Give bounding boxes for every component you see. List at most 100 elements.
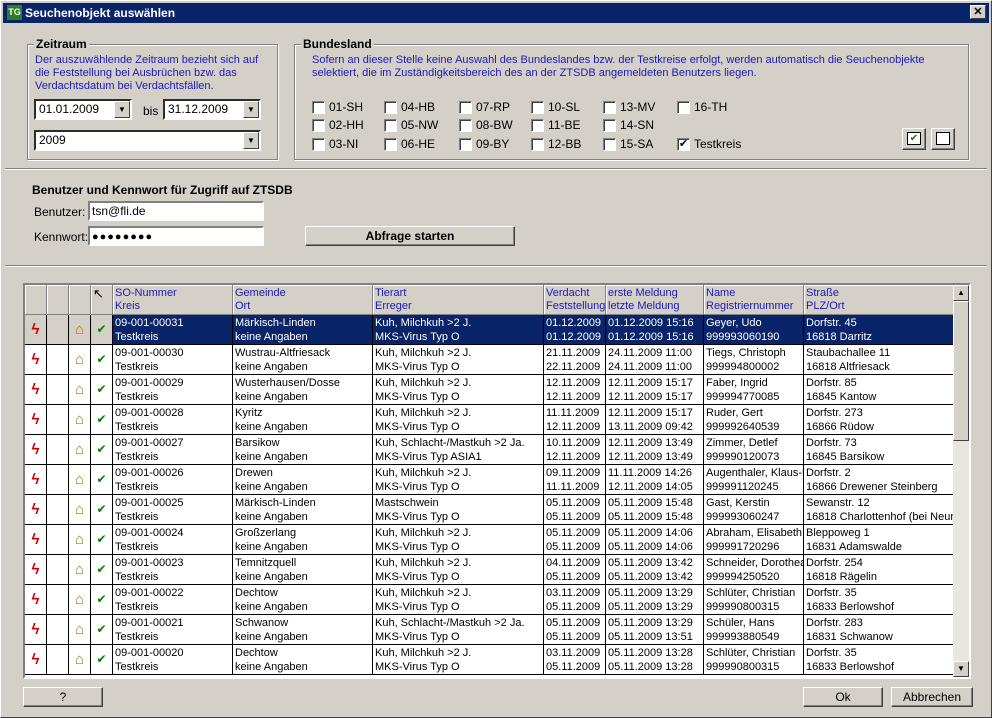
close-button[interactable]: ✕ <box>970 5 986 19</box>
scroll-down-icon[interactable]: ▼ <box>953 661 969 677</box>
checkbox-box[interactable] <box>603 101 616 114</box>
checkbox-05-nw[interactable]: 05-NW <box>384 119 438 132</box>
query-start-button[interactable]: Abfrage starten <box>305 226 515 246</box>
checkbox-04-hb[interactable]: 04-HB <box>384 101 435 114</box>
farm-house-icon: ⌂ <box>69 345 91 375</box>
table-row[interactable]: ϟ ⌂ ✔ 09-001-00031 Testkreis Märkisch-Linden k… <box>25 315 955 345</box>
table-cell: 01.12.2009 01.12.2009 <box>544 315 606 345</box>
checkbox-box[interactable] <box>603 119 616 132</box>
cell-kreis: Testkreis <box>115 331 159 343</box>
cell-name: Geyer, Udo <box>706 317 762 329</box>
checkbox-box[interactable] <box>459 119 472 132</box>
year-combo[interactable]: 2009 ▼ <box>34 130 261 151</box>
checkbox-10-sl[interactable]: 10-SL <box>531 101 580 114</box>
year-dropdown-icon[interactable]: ▼ <box>243 132 259 149</box>
header-column[interactable]: erste Meldung letzte Meldung <box>606 285 704 315</box>
help-button[interactable]: ? <box>23 687 103 707</box>
table-row[interactable]: ϟ ⌂ ✔ 09-001-00025 Testkreis Märkisch-Linden k… <box>25 495 955 525</box>
table-cell: 24.11.2009 11:00 24.11.2009 11:00 <box>606 345 704 375</box>
header-column[interactable]: Name Registriernummer <box>704 285 804 315</box>
checkbox-box[interactable] <box>384 119 397 132</box>
checkbox-box[interactable] <box>531 101 544 114</box>
checkbox-16-th[interactable]: 16-TH <box>677 101 727 114</box>
cell-so: 09-001-00031 <box>115 317 184 329</box>
scroll-up-icon[interactable]: ▲ <box>953 285 969 301</box>
checkbox-08-bw[interactable]: 08-BW <box>459 119 513 132</box>
table-row[interactable]: ϟ ⌂ ✔ 09-001-00030 Testkreis Wustrau-Altfries… <box>25 345 955 375</box>
table-row[interactable]: ϟ ⌂ ✔ 09-001-00027 Testkreis Barsikow keine An… <box>25 435 955 465</box>
cell-erste: 01.12.2009 15:16 <box>608 317 694 329</box>
user-input[interactable]: tsn@fli.de <box>88 201 264 221</box>
table-row[interactable]: ϟ ⌂ ✔ 09-001-00023 Testkreis Temnitzquell kein… <box>25 555 955 585</box>
checkbox-box[interactable] <box>459 138 472 151</box>
password-input[interactable]: ●●●●●●●● <box>88 226 264 246</box>
checkbox-13-mv[interactable]: 13-MV <box>603 101 655 114</box>
header-icon-column[interactable] <box>47 285 69 315</box>
checkbox-11-be[interactable]: 11-BE <box>531 119 580 132</box>
table-row[interactable]: ϟ ⌂ ✔ 09-001-00020 Testkreis Dechtow keine Ang… <box>25 645 955 675</box>
outbreak-flash-icon: ϟ <box>25 405 47 435</box>
table-cell: 12.11.2009 15:17 13.11.2009 09:42 <box>606 405 704 435</box>
table-row[interactable]: ϟ ⌂ ✔ 09-001-00024 Testkreis Großzerlang keine… <box>25 525 955 555</box>
cell-plzort: 16833 Berlowshof <box>806 601 895 613</box>
checkbox-box[interactable] <box>312 119 325 132</box>
checkbox-box[interactable] <box>677 101 690 114</box>
header-column[interactable]: Straße PLZ/Ort <box>804 285 955 315</box>
scroll-thumb[interactable] <box>953 301 969 441</box>
checkbox-07-rp[interactable]: 07-RP <box>459 101 510 114</box>
checkbox-09-by[interactable]: 09-BY <box>459 138 509 151</box>
checkbox-box[interactable] <box>459 101 472 114</box>
to-date-dropdown-icon[interactable]: ▼ <box>243 101 259 118</box>
checkbox-box[interactable] <box>312 101 325 114</box>
checkbox-14-sn[interactable]: 14-SN <box>603 119 654 132</box>
table-cell: Wusterhausen/Dosse keine Angaben <box>233 375 373 405</box>
results-table[interactable]: ↖ SO-Nummer Kreis Gemeinde Ort Tierart Erreger… <box>23 283 971 679</box>
header-sort-icon[interactable]: ↖ <box>91 285 113 315</box>
checkbox-box[interactable] <box>312 138 325 151</box>
table-cell: 05.11.2009 05.11.2009 <box>544 495 606 525</box>
from-date-combo[interactable]: 01.01.2009 ▼ <box>34 99 132 120</box>
table-cell: 05.11.2009 05.11.2009 <box>544 615 606 645</box>
checkbox-03-ni[interactable]: 03-NI <box>312 138 358 151</box>
checkbox-02-hh[interactable]: 02-HH <box>312 119 364 132</box>
checkbox-box[interactable] <box>384 138 397 151</box>
table-row[interactable]: ϟ ⌂ ✔ 09-001-00028 Testkreis Kyritz keine Anga… <box>25 405 955 435</box>
checkbox-01-sh[interactable]: 01-SH <box>312 101 363 114</box>
select-all-button[interactable]: ✔ <box>902 128 926 150</box>
table-row[interactable]: ϟ ⌂ ✔ 09-001-00026 Testkreis Drewen keine Anga… <box>25 465 955 495</box>
header-column[interactable]: Gemeinde Ort <box>233 285 373 315</box>
cancel-button[interactable]: Abbrechen <box>891 687 973 707</box>
table-cell: Staubachallee 11 16818 Altfriesack <box>804 345 955 375</box>
checkbox-06-he[interactable]: 06-HE <box>384 138 435 151</box>
checkbox-testkreis[interactable]: ✔ Testkreis <box>677 138 741 151</box>
to-date-combo[interactable]: 31.12.2009 ▼ <box>163 99 261 120</box>
table-row[interactable]: ϟ ⌂ ✔ 09-001-00022 Testkreis Dechtow keine Ang… <box>25 585 955 615</box>
checkbox-box[interactable] <box>384 101 397 114</box>
cell-name: Schneider, Dorothea <box>706 557 804 569</box>
header-column[interactable]: Tierart Erreger <box>373 285 544 315</box>
checkbox-12-bb[interactable]: 12-BB <box>531 138 581 151</box>
header-icon-column[interactable] <box>25 285 47 315</box>
checkbox-box[interactable] <box>531 138 544 151</box>
header-icon-column[interactable] <box>69 285 91 315</box>
table-cell: 09-001-00022 Testkreis <box>113 585 233 615</box>
outbreak-flash-icon: ϟ <box>25 585 47 615</box>
ok-button[interactable]: Ok <box>803 687 883 707</box>
checkbox-box[interactable] <box>531 119 544 132</box>
table-row[interactable]: ϟ ⌂ ✔ 09-001-00029 Testkreis Wusterhausen/Dos… <box>25 375 955 405</box>
confirmed-check-icon: ✔ <box>91 375 113 405</box>
table-cell: 09-001-00020 Testkreis <box>113 645 233 675</box>
checkbox-box[interactable] <box>603 138 616 151</box>
header-column[interactable]: Verdacht Feststellung <box>544 285 606 315</box>
vertical-scrollbar[interactable]: ▲ ▼ <box>953 285 969 677</box>
cell-verdacht: 04.11.2009 <box>546 557 601 569</box>
password-label: Kennwort: <box>34 230 89 244</box>
checkbox-15-sa[interactable]: 15-SA <box>603 138 653 151</box>
separator-top <box>5 168 987 170</box>
header-column[interactable]: SO-Nummer Kreis <box>113 285 233 315</box>
from-date-value: 01.01.2009 <box>39 102 100 116</box>
table-row[interactable]: ϟ ⌂ ✔ 09-001-00021 Testkreis Schwanow keine An… <box>25 615 955 645</box>
checkbox-box[interactable]: ✔ <box>677 138 690 151</box>
deselect-all-button[interactable] <box>931 128 955 150</box>
from-date-dropdown-icon[interactable]: ▼ <box>114 101 130 118</box>
